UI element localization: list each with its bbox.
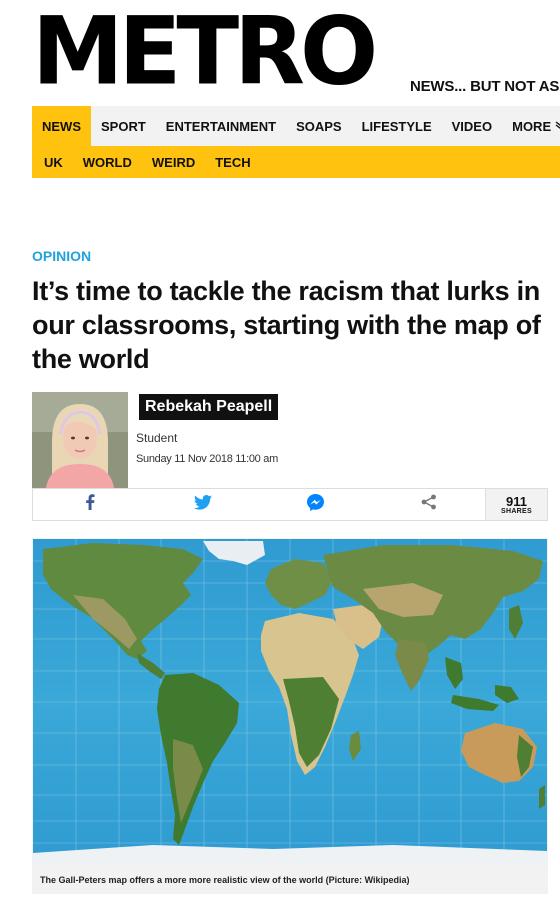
nav-item-lifestyle[interactable]: LIFESTYLE xyxy=(352,106,442,146)
author-name[interactable]: Rebekah Peapell xyxy=(139,394,279,420)
share-count-label: SHARES xyxy=(501,507,532,515)
share-count: 911 SHARES xyxy=(485,489,547,520)
article-figure: The Gall-Peters map offers a more more r… xyxy=(32,538,548,894)
generic-share-button[interactable] xyxy=(372,489,485,520)
twitter-icon xyxy=(193,494,212,515)
messenger-icon xyxy=(307,493,324,516)
nav-item-more[interactable]: MORE xyxy=(502,106,560,146)
article-headline: It’s time to tackle the racism that lurk… xyxy=(32,276,541,374)
subnav-item-uk[interactable]: UK xyxy=(34,155,73,170)
chevron-down-icon xyxy=(555,120,560,133)
messenger-share-button[interactable] xyxy=(259,489,372,520)
primary-nav: NEWS SPORT ENTERTAINMENT SOAPS LIFESTYLE… xyxy=(32,106,560,146)
nav-item-soaps[interactable]: SOAPS xyxy=(286,106,352,146)
author-role: Student xyxy=(136,431,178,445)
image-caption: The Gall-Peters map offers a more more r… xyxy=(40,875,410,885)
nav-item-sport[interactable]: SPORT xyxy=(91,106,156,146)
subnav-item-tech[interactable]: TECH xyxy=(205,155,260,170)
subnav-item-world[interactable]: WORLD xyxy=(73,155,142,170)
nav-item-video[interactable]: VIDEO xyxy=(442,106,502,146)
secondary-nav: UK WORLD WEIRD TECH xyxy=(32,146,560,178)
share-bar: 911 SHARES xyxy=(32,488,548,521)
article-category[interactable]: OPINION xyxy=(32,248,91,264)
author-avatar[interactable] xyxy=(32,392,128,488)
subnav-item-weird[interactable]: WEIRD xyxy=(142,155,205,170)
facebook-icon xyxy=(85,494,95,515)
share-count-number: 911 xyxy=(506,493,527,509)
metro-logo[interactable]: METRO xyxy=(32,5,378,99)
facebook-share-button[interactable] xyxy=(33,489,146,520)
nav-item-news[interactable]: NEWS xyxy=(32,106,91,146)
nav-item-entertainment[interactable]: ENTERTAINMENT xyxy=(156,106,286,146)
publish-date: Sunday 11 Nov 2018 11:00 am xyxy=(136,453,278,465)
twitter-share-button[interactable] xyxy=(146,489,259,520)
nav-item-more-label: MORE xyxy=(512,118,552,134)
masthead-tagline: NEWS... BUT NOT AS xyxy=(410,78,560,95)
gall-peters-map-image[interactable] xyxy=(33,539,547,865)
masthead: METRO NEWS... BUT NOT AS xyxy=(32,0,560,104)
share-icon xyxy=(421,494,437,515)
